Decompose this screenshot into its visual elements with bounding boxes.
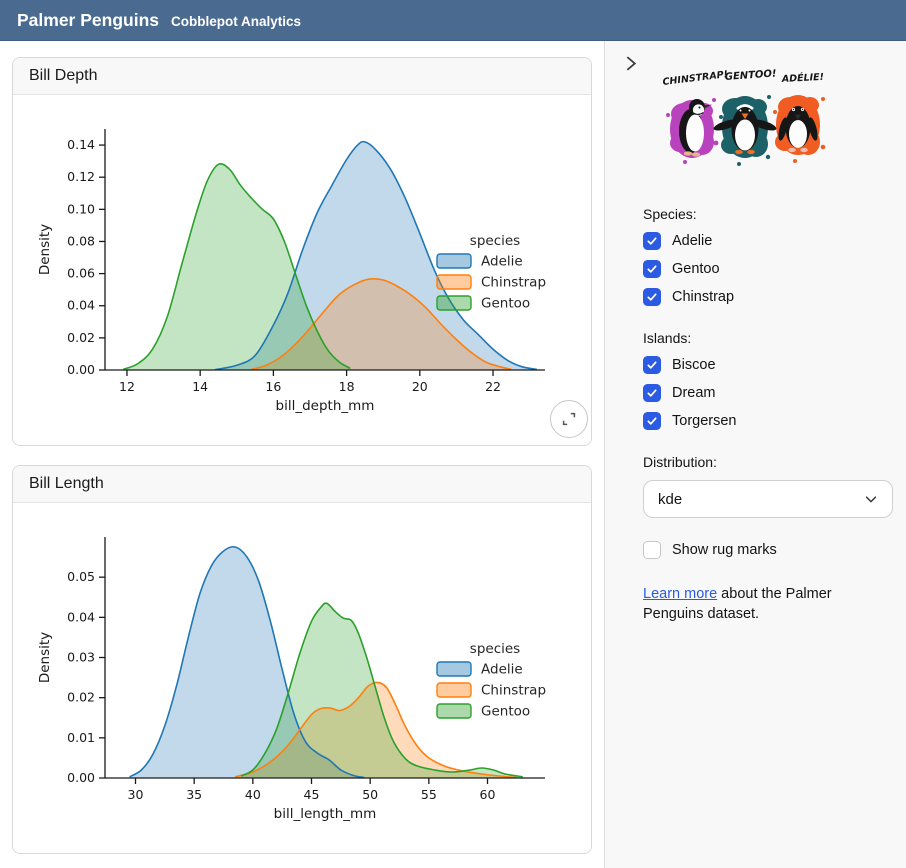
checkmark-icon: [646, 263, 658, 275]
svg-text:0.02: 0.02: [67, 690, 95, 705]
svg-text:species: species: [470, 233, 520, 249]
checkbox-row-gentoo[interactable]: Gentoo: [643, 260, 891, 278]
bill-length-kde-chart: 30 35 40 45 50 55 60 0.00 0.01 0.02 0.03 0.04 0.05 bi…: [13, 503, 591, 853]
svg-text:0.12: 0.12: [67, 169, 95, 184]
svg-text:0.08: 0.08: [67, 233, 95, 248]
svg-text:30: 30: [128, 787, 144, 802]
checkbox-label: Torgersen: [672, 413, 736, 429]
svg-text:Adelie: Adelie: [481, 254, 523, 270]
svg-text:45: 45: [304, 787, 320, 802]
bill-depth-card: Bill Depth 12 14 16 18 20 22 0.00 0.02 0.04 0.06 0…: [12, 57, 592, 446]
adelie-artwork-label: ADÉLIE!: [781, 71, 825, 85]
bill-depth-card-body: 12 14 16 18 20 22 0.00 0.02 0.04 0.06 0.08 0.10 0.12…: [13, 95, 591, 445]
checkbox-dream[interactable]: [643, 384, 661, 402]
checkmark-icon: [646, 235, 658, 247]
checkmark-icon: [646, 387, 658, 399]
svg-text:0.06: 0.06: [67, 266, 95, 281]
svg-text:0.04: 0.04: [67, 609, 95, 624]
main-content: Bill Depth 12 14 16 18 20 22 0.00 0.02 0.04 0.06 0…: [0, 41, 604, 868]
checkbox-row-biscoe[interactable]: Biscoe: [643, 356, 891, 374]
svg-text:40: 40: [245, 787, 261, 802]
distribution-group: Distribution: kde: [643, 454, 891, 518]
svg-text:16: 16: [265, 379, 281, 394]
svg-text:species: species: [470, 641, 520, 657]
checkmark-icon: [646, 291, 658, 303]
checkbox-label: Gentoo: [672, 261, 720, 277]
svg-text:55: 55: [421, 787, 437, 802]
svg-text:0.14: 0.14: [67, 137, 95, 152]
distribution-label: Distribution:: [643, 454, 891, 470]
page-layout: Bill Depth 12 14 16 18 20 22 0.00 0.02 0.04 0.06 0…: [0, 41, 906, 868]
expand-fullscreen-button[interactable]: [550, 400, 588, 438]
svg-text:0.04: 0.04: [67, 298, 95, 313]
svg-text:bill_length_mm: bill_length_mm: [274, 806, 377, 822]
svg-text:0.03: 0.03: [67, 650, 95, 665]
expand-icon: [560, 410, 578, 428]
svg-text:Adelie: Adelie: [481, 662, 523, 678]
bill-depth-card-title: Bill Depth: [13, 58, 591, 95]
sidebar: CHINSTRAP! GENTOO! ADÉLIE! Species: Adel…: [604, 41, 906, 868]
svg-text:Density: Density: [37, 632, 53, 683]
svg-text:22: 22: [485, 379, 501, 394]
dataset-note: Learn more about the Palmer Penguins dat…: [643, 584, 881, 624]
svg-text:60: 60: [480, 787, 496, 802]
islands-group-label: Islands:: [643, 330, 891, 346]
islands-filter-group: Islands: Biscoe Dream Torgersen: [643, 330, 891, 430]
species-filter-group: Species: Adelie Gentoo Chinstrap: [643, 206, 891, 306]
checkbox-show-rug-marks[interactable]: [643, 541, 661, 559]
penguins-artwork: CHINSTRAP! GENTOO! ADÉLIE!: [655, 67, 891, 182]
svg-text:0.05: 0.05: [67, 569, 95, 584]
bill-length-card-body: 30 35 40 45 50 55 60 0.00 0.01 0.02 0.03 0.04 0.05 bi…: [13, 503, 591, 853]
svg-text:Gentoo: Gentoo: [481, 296, 530, 312]
chinstrap-artwork-label: CHINSTRAP!: [662, 69, 729, 88]
checkbox-label: Chinstrap: [672, 289, 734, 305]
checkbox-biscoe[interactable]: [643, 356, 661, 374]
svg-text:0.10: 0.10: [67, 201, 95, 216]
checkbox-row-dream[interactable]: Dream: [643, 384, 891, 402]
checkmark-icon: [646, 415, 658, 427]
distribution-selected-value: kde: [658, 491, 682, 508]
checkbox-row-torgersen[interactable]: Torgersen: [643, 412, 891, 430]
svg-text:12: 12: [119, 379, 135, 394]
checkbox-label: Show rug marks: [672, 542, 777, 558]
show-rug-marks-row[interactable]: Show rug marks: [643, 541, 891, 559]
checkbox-row-chinstrap[interactable]: Chinstrap: [643, 288, 891, 306]
svg-text:50: 50: [362, 787, 378, 802]
svg-text:Density: Density: [37, 224, 53, 275]
svg-text:20: 20: [412, 379, 428, 394]
app-header: Palmer Penguins Cobblepot Analytics: [0, 0, 906, 41]
checkbox-label: Biscoe: [672, 357, 716, 373]
chevron-right-icon: [623, 55, 638, 72]
checkbox-torgersen[interactable]: [643, 412, 661, 430]
app-title: Palmer Penguins: [17, 0, 159, 41]
svg-text:0.01: 0.01: [67, 730, 95, 745]
svg-text:18: 18: [339, 379, 355, 394]
gentoo-artwork-label: GENTOO!: [724, 68, 776, 83]
learn-more-link[interactable]: Learn more: [643, 586, 717, 602]
svg-text:0.00: 0.00: [67, 362, 95, 377]
chevron-down-icon: [864, 492, 878, 506]
species-group-label: Species:: [643, 206, 891, 222]
checkbox-adelie[interactable]: [643, 232, 661, 250]
sidebar-collapse-button[interactable]: [621, 55, 639, 73]
app-subtitle: Cobblepot Analytics: [171, 14, 301, 29]
checkbox-label: Dream: [672, 385, 716, 401]
svg-text:Chinstrap: Chinstrap: [481, 683, 546, 699]
svg-text:14: 14: [192, 379, 208, 394]
bill-depth-kde-chart: 12 14 16 18 20 22 0.00 0.02 0.04 0.06 0.08 0.10 0.12…: [13, 95, 591, 445]
svg-text:0.02: 0.02: [67, 330, 95, 345]
svg-text:bill_depth_mm: bill_depth_mm: [276, 398, 375, 414]
checkbox-gentoo[interactable]: [643, 260, 661, 278]
svg-text:Gentoo: Gentoo: [481, 704, 530, 720]
bill-length-card: Bill Length 30 35 40 45 50 55 60 0.00 0.01 0.02 0.…: [12, 465, 592, 854]
checkmark-icon: [646, 359, 658, 371]
checkbox-row-adelie[interactable]: Adelie: [643, 232, 891, 250]
distribution-select[interactable]: kde: [643, 480, 893, 518]
svg-text:0.00: 0.00: [67, 770, 95, 785]
checkbox-label: Adelie: [672, 233, 712, 249]
svg-text:35: 35: [186, 787, 202, 802]
bill-length-card-title: Bill Length: [13, 466, 591, 503]
checkbox-chinstrap[interactable]: [643, 288, 661, 306]
svg-text:Chinstrap: Chinstrap: [481, 275, 546, 291]
